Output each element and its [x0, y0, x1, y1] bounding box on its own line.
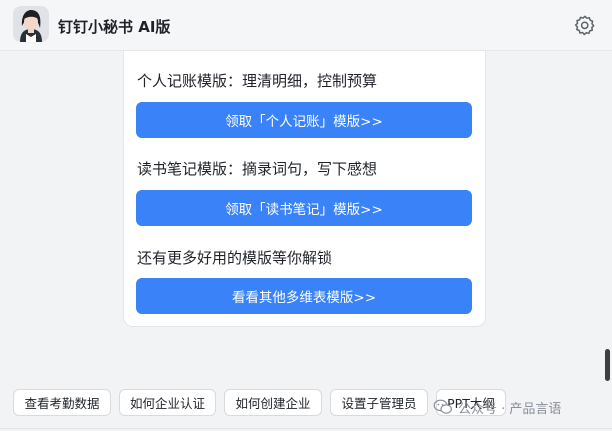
view-more-templates-button[interactable]: 看看其他多维表模版>>: [136, 278, 472, 314]
quick-action-attendance[interactable]: 查看考勤数据: [13, 389, 111, 416]
divider: [0, 428, 612, 429]
app-title: 钉钉小秘书 AI版: [58, 18, 171, 36]
watermark-text: 公众号 · 产品言语: [458, 401, 562, 417]
quick-action-sub-admin[interactable]: 设置子管理员: [330, 389, 428, 416]
chat-scroll-area[interactable]: 个人记账模版：理清明细，控制预算 领取「个人记账」模版>> 读书笔记模版：摘录词…: [0, 51, 612, 385]
person-avatar-icon: [13, 6, 49, 42]
template-desc-accounting: 个人记账模版：理清明细，控制预算: [137, 72, 378, 90]
chat-header: 钉钉小秘书 AI版: [0, 0, 612, 51]
bot-avatar[interactable]: [13, 6, 49, 42]
quick-action-create-enterprise[interactable]: 如何创建企业: [224, 389, 322, 416]
settings-button[interactable]: [574, 14, 596, 36]
message-card: 个人记账模版：理清明细，控制预算 领取「个人记账」模版>> 读书笔记模版：摘录词…: [123, 51, 486, 327]
get-reading-template-button[interactable]: 领取「读书笔记」模版>>: [136, 190, 472, 226]
scrollbar-thumb[interactable]: [605, 349, 610, 381]
template-desc-reading: 读书笔记模版：摘录词句，写下感想: [137, 160, 378, 178]
get-accounting-template-button[interactable]: 领取「个人记账」模版>>: [136, 102, 472, 138]
wechat-icon: [433, 399, 452, 414]
watermark: 公众号 · 产品言语: [433, 396, 561, 418]
more-templates-text: 还有更多好用的模版等你解锁: [137, 249, 333, 267]
gear-icon: [574, 15, 595, 36]
quick-action-enterprise-cert[interactable]: 如何企业认证: [119, 389, 216, 416]
